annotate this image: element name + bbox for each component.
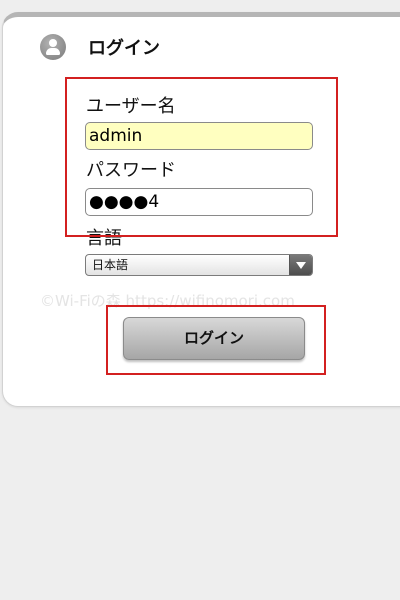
highlight-box-credentials [65,77,338,237]
page-title: ログイン [88,38,160,59]
user-icon [40,34,66,60]
login-page: ログイン ©Wi-Fiの森 https://wifinomori.com ユーザ… [0,0,400,600]
user-icon-body [46,48,60,55]
login-header: ログイン [40,33,160,61]
chevron-down-icon[interactable] [289,255,312,275]
language-select[interactable]: 日本語 [85,254,313,276]
language-select-value: 日本語 [92,258,129,272]
user-icon-head [49,39,57,47]
highlight-box-login-button [106,305,326,375]
